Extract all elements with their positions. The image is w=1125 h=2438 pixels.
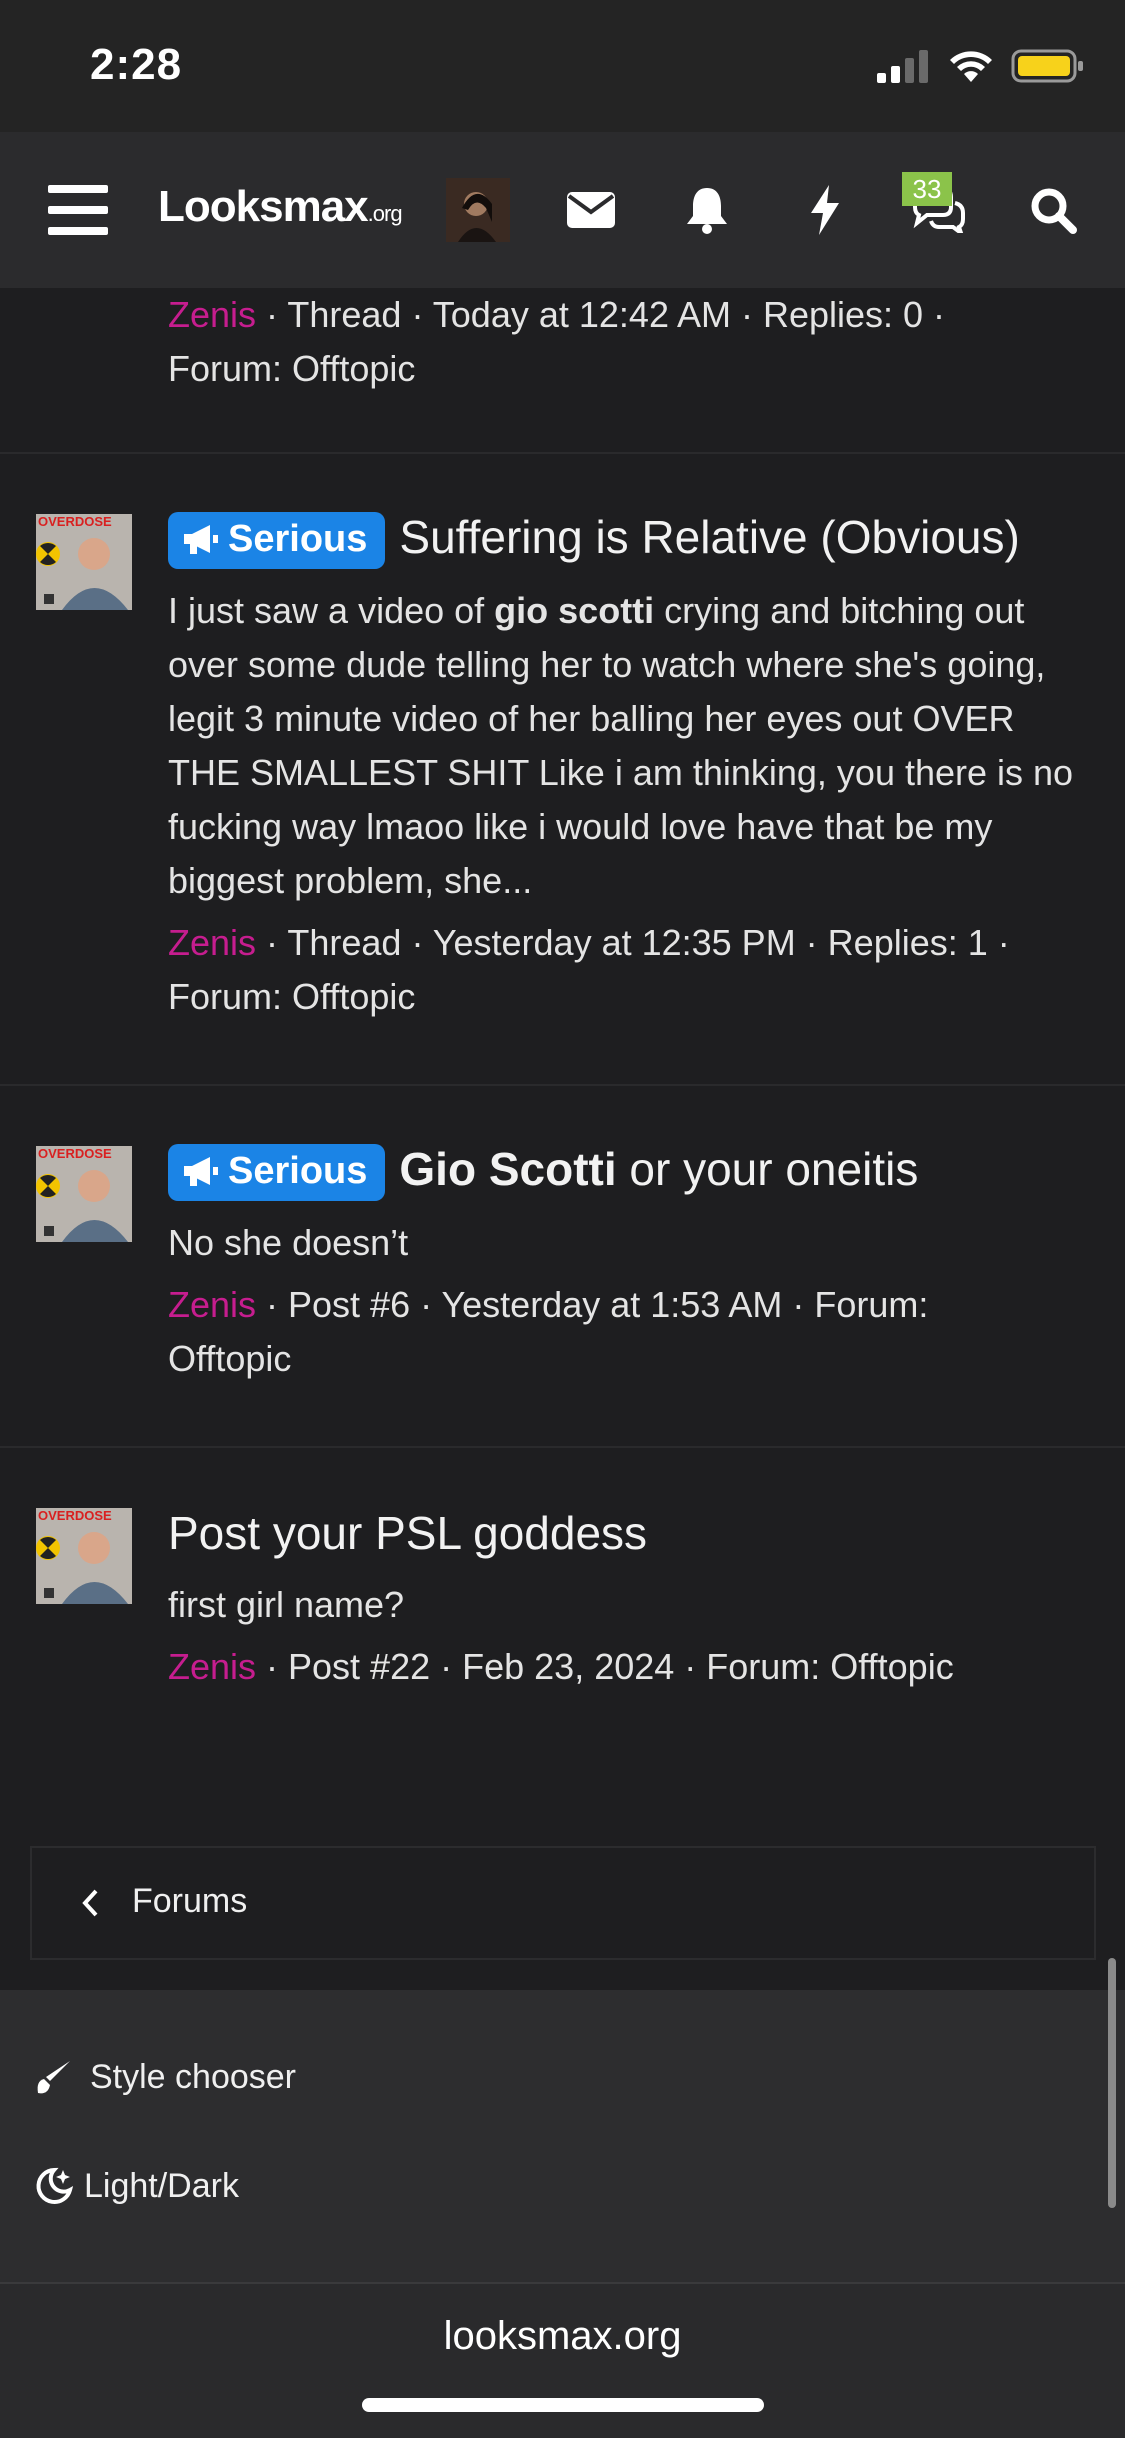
moon-stars-icon bbox=[36, 2167, 74, 2204]
user-avatar-button[interactable] bbox=[440, 132, 516, 288]
bell-icon bbox=[687, 188, 727, 234]
meta-text: · Post #6 · Yesterday at 1:53 AM · Forum… bbox=[256, 1284, 929, 1325]
home-indicator[interactable] bbox=[362, 2398, 764, 2412]
search-result[interactable]: OVERDOSE Serious Gio Scotti or your oneit… bbox=[0, 1086, 1125, 1448]
result-title[interactable]: Serious Gio Scotti or your oneitis bbox=[168, 1142, 919, 1202]
title-highlight: Gio Scotti bbox=[399, 1143, 617, 1195]
top-navbar: Looksmax.org bbox=[0, 132, 1125, 288]
search-button[interactable] bbox=[1018, 132, 1088, 288]
title-text: or your oneitis bbox=[616, 1143, 919, 1195]
avatar-label: OVERDOSE bbox=[38, 1146, 112, 1161]
menu-button[interactable] bbox=[30, 132, 126, 288]
author-link[interactable]: Zenis bbox=[168, 1284, 256, 1325]
whats-new-button[interactable] bbox=[790, 132, 860, 288]
avatar-image: OVERDOSE bbox=[36, 514, 132, 610]
meta-forum[interactable]: Forum: Offtopic bbox=[168, 348, 415, 389]
meta-text: · Thread · Today at 12:42 AM · Replies: … bbox=[256, 294, 946, 335]
breadcrumb[interactable]: Forums bbox=[30, 1846, 1096, 1960]
prefix-text: Serious bbox=[228, 518, 368, 561]
wifi-icon bbox=[950, 51, 992, 82]
meta-text: · Thread · Yesterday at 12:35 PM · Repli… bbox=[256, 922, 1010, 963]
avatar-image: OVERDOSE bbox=[36, 1508, 132, 1604]
light-dark-label: Light/Dark bbox=[84, 2166, 239, 2205]
conversations-count-badge: 33 bbox=[902, 172, 952, 206]
snippet-highlight: gio scotti bbox=[494, 590, 655, 631]
result-snippet: I just saw a video of gio scotti crying … bbox=[168, 584, 1078, 908]
title-text: Suffering is Relative (Obvious) bbox=[399, 511, 1020, 563]
logo-text: Looksmax bbox=[158, 182, 369, 231]
status-icons bbox=[875, 48, 1085, 84]
result-snippet: first girl name? bbox=[168, 1584, 405, 1625]
result-meta: Zenis · Post #22 · Feb 23, 2024 · Forum:… bbox=[168, 1640, 1078, 1694]
status-bar: 2:28 bbox=[0, 0, 1125, 132]
serious-prefix-label[interactable]: Serious bbox=[168, 512, 386, 570]
prefix-text: Serious bbox=[228, 1150, 368, 1193]
chevron-left-icon bbox=[82, 1889, 98, 1917]
scrollbar[interactable] bbox=[1108, 1958, 1116, 2208]
result-meta: Zenis · Thread · Yesterday at 12:35 PM ·… bbox=[168, 916, 1078, 1024]
site-logo[interactable]: Looksmax.org bbox=[158, 182, 403, 232]
user-avatar bbox=[446, 178, 510, 242]
author-link[interactable]: Zenis bbox=[168, 294, 256, 335]
hamburger-icon bbox=[48, 185, 108, 235]
meta-text: · Post #22 · Feb 23, 2024 · Forum: Offto… bbox=[256, 1646, 954, 1687]
style-chooser-label: Style chooser bbox=[90, 2058, 296, 2096]
snippet-text: I just saw a video of bbox=[168, 590, 495, 631]
search-result[interactable]: OVERDOSE Serious Suffering is Relative (O… bbox=[0, 454, 1125, 1086]
url-text[interactable]: looksmax.org bbox=[0, 2314, 1125, 2359]
serious-prefix-label[interactable]: Serious bbox=[168, 1144, 386, 1202]
search-icon bbox=[1031, 188, 1077, 234]
meta-forum[interactable]: Forum: Offtopic bbox=[168, 976, 415, 1017]
result-meta: Zenis · Post #6 · Yesterday at 1:53 AM ·… bbox=[168, 1278, 1078, 1386]
envelope-icon bbox=[567, 192, 615, 228]
author-link[interactable]: Zenis bbox=[168, 922, 256, 963]
megaphone-icon bbox=[184, 1157, 218, 1187]
browser-url-bar[interactable]: looksmax.org bbox=[0, 2282, 1125, 2438]
avatar-image: OVERDOSE bbox=[36, 1146, 132, 1242]
result-snippet: No she doesn’t bbox=[168, 1222, 409, 1263]
author-avatar[interactable]: OVERDOSE bbox=[36, 1146, 132, 1242]
result-meta: Zenis · Thread · Today at 12:42 AM · Rep… bbox=[168, 288, 1078, 396]
result-title[interactable]: Serious Suffering is Relative (Obvious) bbox=[168, 510, 1020, 570]
meta-forum[interactable]: Offtopic bbox=[168, 1338, 291, 1379]
style-chooser-link[interactable]: Style chooser bbox=[34, 2058, 296, 2097]
light-dark-toggle[interactable]: Light/Dark bbox=[34, 2166, 239, 2206]
result-title[interactable]: Post your PSL goddess bbox=[168, 1506, 647, 1560]
avatar-label: OVERDOSE bbox=[38, 1508, 112, 1523]
footer-panel: Style chooser Light/Dark bbox=[0, 1990, 1125, 2282]
cellular-signal-icon bbox=[877, 50, 928, 83]
conversations-button[interactable] bbox=[900, 132, 976, 288]
logo-suffix: .org bbox=[367, 201, 403, 226]
lightning-bolt-icon bbox=[811, 185, 839, 235]
megaphone-icon bbox=[184, 525, 218, 555]
search-result[interactable]: Zenis · Thread · Today at 12:42 AM · Rep… bbox=[0, 288, 1125, 454]
snippet-text: crying and bitching out over some dude t… bbox=[168, 590, 1074, 901]
author-link[interactable]: Zenis bbox=[168, 1646, 256, 1687]
search-result[interactable]: OVERDOSE Post your PSL goddess first gir… bbox=[0, 1448, 1125, 1748]
battery-icon bbox=[1011, 49, 1083, 83]
breadcrumb-label: Forums bbox=[132, 1882, 248, 1920]
avatar-label: OVERDOSE bbox=[38, 514, 112, 529]
author-avatar[interactable]: OVERDOSE bbox=[36, 514, 132, 610]
inbox-button[interactable] bbox=[556, 132, 626, 288]
status-time: 2:28 bbox=[90, 40, 183, 89]
paintbrush-icon bbox=[37, 2060, 70, 2093]
author-avatar[interactable]: OVERDOSE bbox=[36, 1508, 132, 1604]
alerts-button[interactable] bbox=[672, 132, 742, 288]
